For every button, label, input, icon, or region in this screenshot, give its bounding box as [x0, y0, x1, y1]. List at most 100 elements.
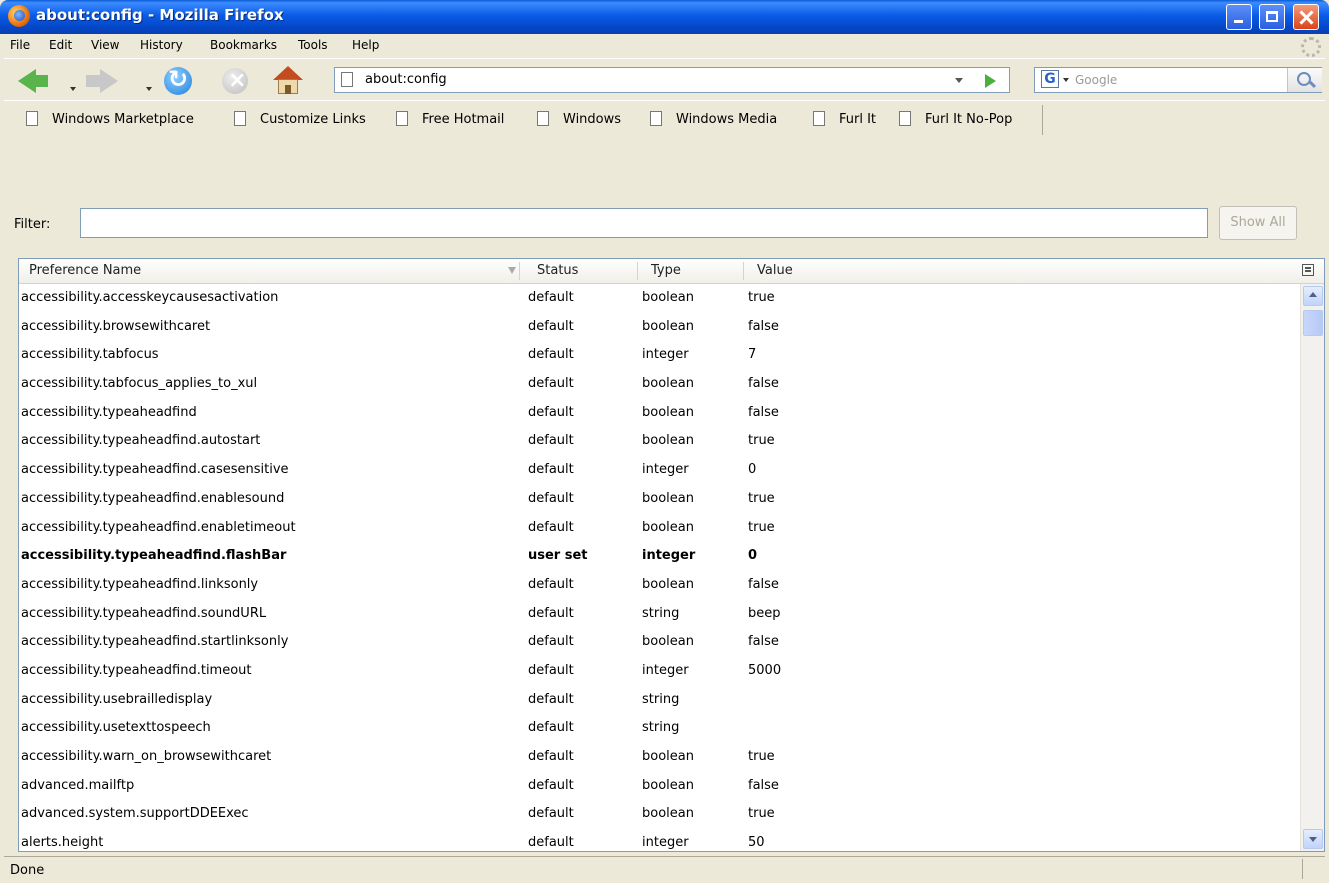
table-row[interactable]: accessibility.typeaheadfind default boolea…	[19, 399, 1298, 428]
forward-arrow-icon[interactable]	[86, 69, 118, 93]
column-separator[interactable]	[519, 262, 520, 280]
menu-help[interactable]: Help	[352, 38, 379, 52]
filter-input[interactable]	[80, 208, 1208, 238]
stop-icon[interactable]	[222, 68, 248, 94]
cell-name: accessibility.typeaheadfind	[21, 404, 197, 420]
menu-tools[interactable]: Tools	[298, 38, 328, 52]
cell-type: boolean	[642, 490, 694, 506]
table-row[interactable]: accessibility.typeaheadfind.enabletimeou…	[19, 514, 1298, 543]
menu-view[interactable]: View	[91, 38, 119, 52]
table-row[interactable]: advanced.system.supportDDEExec default boo…	[19, 800, 1298, 829]
url-bar[interactable]: about:config	[334, 67, 1010, 93]
table-row[interactable]: accessibility.warn_on_browsewithcaret def…	[19, 743, 1298, 772]
cell-name: accessibility.tabfocus_applies_to_xul	[21, 376, 258, 392]
table-row[interactable]: accessibility.typeaheadfind.autostart def…	[19, 427, 1298, 456]
bookmarks-toolbar: Windows Marketplace Customize Links Free…	[4, 100, 1325, 140]
column-picker-icon[interactable]	[1302, 264, 1314, 276]
home-icon[interactable]	[273, 66, 303, 96]
menu-bar: File Edit View History Bookmarks Tools H…	[4, 34, 1325, 58]
cell-name: accessibility.tabfocus	[21, 347, 159, 363]
table-row[interactable]: accessibility.typeaheadfind.timeout defau…	[19, 657, 1298, 686]
cell-name: accessibility.accesskeycausesactivation	[21, 290, 279, 305]
cell-name: accessibility.usetexttospeech	[21, 720, 211, 736]
column-separator[interactable]	[743, 262, 744, 280]
column-separator[interactable]	[637, 262, 638, 280]
page-icon	[26, 111, 38, 126]
table-row[interactable]: accessibility.typeaheadfind.startlinkson…	[19, 628, 1298, 657]
bookmark-item[interactable]: Furl It	[813, 111, 876, 127]
table-row[interactable]: accessibility.usetexttospeech default stri…	[19, 714, 1298, 743]
cell-type: boolean	[642, 318, 694, 334]
search-engine-dropdown-icon[interactable]	[1063, 78, 1069, 82]
cell-status: default	[528, 806, 574, 822]
table-row[interactable]: accessibility.typeaheadfind.soundURL defa…	[19, 600, 1298, 629]
cell-value: beep	[748, 605, 781, 621]
table-row[interactable]: alerts.height default integer 50	[19, 829, 1298, 851]
cell-name: accessibility.typeaheadfind.enabletimeou…	[21, 519, 296, 535]
cell-status: default	[528, 433, 574, 449]
column-header-type[interactable]: Type	[651, 263, 681, 278]
column-header-status[interactable]: Status	[537, 263, 578, 278]
bookmark-item[interactable]: Windows Media	[650, 111, 777, 127]
search-input[interactable]: Google	[1075, 73, 1117, 87]
status-separator	[1302, 859, 1303, 879]
column-header-preference-name[interactable]: Preference Name	[29, 263, 141, 278]
cell-status: default	[528, 347, 574, 363]
reload-icon[interactable]	[164, 65, 192, 95]
bookmark-item[interactable]: Windows Marketplace	[26, 111, 194, 127]
minimize-button[interactable]	[1226, 4, 1252, 30]
cell-name: accessibility.typeaheadfind.startlinkson…	[21, 634, 289, 650]
bookmark-label: Furl It No-Pop	[925, 112, 1013, 127]
table-row[interactable]: accessibility.usebrailledisplay default st…	[19, 686, 1298, 715]
search-engine-icon[interactable]: G	[1041, 70, 1059, 88]
firefox-icon	[8, 5, 30, 27]
bookmark-label: Customize Links	[260, 112, 366, 127]
table-row[interactable]: accessibility.accesskeycausesactivation d…	[19, 284, 1298, 313]
url-text[interactable]: about:config	[365, 72, 447, 87]
cell-name: accessibility.typeaheadfind.autostart	[21, 433, 261, 449]
back-history-dropdown-icon[interactable]	[70, 87, 76, 91]
table-row-user-set[interactable]: accessibility.typeaheadfind.flashBar user…	[19, 542, 1298, 571]
table-row[interactable]: advanced.mailftp default boolean false	[19, 772, 1298, 801]
preferences-tree[interactable]: Preference Name Status Type Value access…	[18, 258, 1325, 852]
search-box[interactable]: G Google	[1034, 67, 1322, 93]
table-row[interactable]: accessibility.typeaheadfind.casesensitiv…	[19, 456, 1298, 485]
table-row[interactable]: accessibility.tabfocus_applies_to_xul def…	[19, 370, 1298, 399]
vertical-scrollbar[interactable]	[1300, 284, 1324, 851]
cell-type: boolean	[642, 749, 694, 764]
cell-type: integer	[642, 347, 689, 363]
column-header-value[interactable]: Value	[757, 263, 793, 278]
scroll-down-icon[interactable]	[1303, 829, 1323, 849]
scroll-thumb[interactable]	[1303, 310, 1323, 336]
cell-name: accessibility.warn_on_browsewithcaret	[21, 749, 272, 764]
menu-edit[interactable]: Edit	[49, 38, 72, 52]
search-magnifier-icon[interactable]	[1287, 68, 1322, 92]
show-all-button[interactable]: Show All	[1219, 206, 1297, 240]
status-bar: Done	[4, 856, 1325, 883]
go-icon[interactable]	[985, 74, 996, 88]
cell-type: integer	[642, 462, 689, 478]
menu-file[interactable]: File	[10, 38, 30, 52]
back-arrow-icon[interactable]	[18, 69, 48, 93]
table-row[interactable]: accessibility.tabfocus default integer 7	[19, 341, 1298, 370]
bookmark-item[interactable]: Windows	[537, 111, 621, 127]
bookmark-item[interactable]: Furl It No-Pop	[899, 111, 1012, 127]
table-row[interactable]: accessibility.typeaheadfind.linksonly def…	[19, 571, 1298, 600]
cell-name: accessibility.browsewithcaret	[21, 318, 211, 334]
bookmark-label: Free Hotmail	[422, 112, 505, 127]
cell-type: boolean	[642, 519, 694, 535]
table-row[interactable]: accessibility.typeaheadfind.enablesound d…	[19, 485, 1298, 514]
bookmark-item[interactable]: Free Hotmail	[396, 111, 504, 127]
menu-bookmarks[interactable]: Bookmarks	[210, 38, 277, 52]
close-button[interactable]	[1293, 4, 1319, 30]
forward-history-dropdown-icon[interactable]	[146, 87, 152, 91]
page-icon	[899, 111, 911, 126]
scroll-up-icon[interactable]	[1303, 286, 1323, 306]
filter-row: Filter: Show All	[4, 139, 1325, 247]
title-bar[interactable]: about:config - Mozilla Firefox	[0, 0, 1329, 34]
url-dropdown-icon[interactable]	[955, 78, 963, 83]
menu-history[interactable]: History	[140, 38, 183, 52]
maximize-button[interactable]	[1259, 4, 1285, 30]
table-row[interactable]: accessibility.browsewithcaret default bool…	[19, 313, 1298, 342]
bookmark-item[interactable]: Customize Links	[234, 111, 366, 127]
